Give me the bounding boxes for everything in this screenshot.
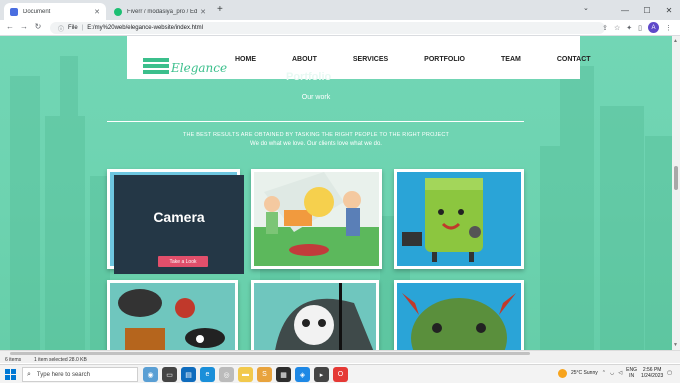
tab-search-icon[interactable]: ⌄ — [583, 4, 589, 12]
page-viewport: Elegance HOME ABOUT SERVICES PORTFOLIO T… — [0, 36, 672, 350]
notification-icon[interactable]: ▢ — [667, 370, 672, 376]
profile-avatar[interactable]: A — [648, 22, 659, 33]
minimize-button[interactable]: — — [614, 0, 636, 20]
browser-toolbar: ← → ↻ ⓘ File | E:/my%20web/elegance-webs… — [0, 20, 680, 36]
section-title: Portfolio — [286, 71, 332, 83]
menu-kebab-icon[interactable]: ⋮ — [665, 24, 672, 32]
address-scheme: File — [68, 25, 78, 31]
portfolio-hover-overlay: Camera Take a Look — [114, 175, 244, 274]
address-separator: | — [81, 25, 84, 31]
tagline-secondary: We do what we love. Our clients love wha… — [250, 141, 382, 147]
portfolio-item[interactable] — [251, 280, 379, 350]
portfolio-item[interactable] — [394, 280, 524, 350]
close-window-button[interactable]: ✕ — [658, 0, 680, 20]
portfolio-item[interactable] — [394, 169, 524, 269]
scroll-up-icon[interactable]: ▲ — [673, 38, 678, 44]
take-a-look-button[interactable]: Take a Look — [158, 256, 208, 267]
edge-icon[interactable]: e — [200, 367, 215, 382]
document-favicon-icon — [10, 7, 18, 16]
tab-strip: Document ✕ Fiverr / modasiya_pro / Edit … — [0, 0, 680, 20]
taskbar-apps: ◉ ▭ ▤ e ◎ ▬ S ▦ ◈ ▸ O — [143, 367, 348, 382]
close-tab-icon[interactable]: ✕ — [94, 8, 100, 16]
sidepanel-icon[interactable]: ▯ — [638, 24, 642, 32]
tab-fiverr[interactable]: Fiverr / modasiya_pro / Edit Gig ✕ — [108, 3, 212, 20]
logo-mark-icon — [143, 58, 169, 74]
menu-portfolio[interactable]: PORTFOLIO — [424, 56, 465, 63]
language-indicator[interactable]: ENG IN — [626, 367, 637, 379]
window-controls: — ☐ ✕ — [614, 0, 680, 20]
info-icon[interactable]: ⓘ — [58, 24, 64, 33]
vertical-scrollbar[interactable]: ▲ ▼ — [672, 36, 680, 350]
volume-icon[interactable]: ◁ — [618, 370, 622, 376]
search-icon: ⌕ — [27, 370, 31, 378]
overlay-title: Camera — [153, 209, 205, 225]
address-bar[interactable]: ⓘ File | E:/my%20web/elegance-website/in… — [50, 22, 605, 34]
forward-button[interactable]: → — [18, 22, 30, 31]
store-icon[interactable]: ▤ — [181, 367, 196, 382]
windows-taskbar: ⌕ Type here to search ◉ ▭ ▤ e ◎ ▬ S ▦ ◈ … — [0, 364, 680, 383]
logo-text: Elegance — [171, 61, 228, 75]
new-tab-button[interactable]: + — [217, 4, 223, 15]
main-menu: HOME ABOUT SERVICES PORTFOLIO TEAM CONTA… — [235, 56, 591, 63]
portfolio-item[interactable] — [107, 280, 238, 350]
explorer-status-bar: 6 items 1 item selected 28.0 KB — [0, 350, 680, 363]
tab-title: Document — [23, 8, 51, 15]
hscroll-thumb[interactable] — [10, 352, 530, 355]
sublime-icon[interactable]: S — [257, 367, 272, 382]
network-icon[interactable]: ◡ — [610, 370, 614, 376]
site-logo[interactable]: Elegance — [143, 58, 227, 74]
pirates-illustration-icon — [110, 283, 235, 350]
bookmark-star-icon[interactable]: ☆ — [614, 24, 620, 32]
windows-start-icon[interactable] — [5, 369, 16, 380]
opera-icon[interactable]: O — [333, 367, 348, 382]
back-button[interactable]: ← — [4, 22, 16, 31]
fiverr-favicon-icon — [114, 7, 122, 16]
vscode-icon[interactable]: ◈ — [295, 367, 310, 382]
menu-home[interactable]: HOME — [235, 56, 256, 63]
file-explorer-icon[interactable]: ▬ — [238, 367, 253, 382]
task-view-icon[interactable]: ▭ — [162, 367, 177, 382]
scrollbar-thumb[interactable] — [674, 166, 678, 190]
workers-illustration-icon — [254, 172, 379, 266]
tab-title: Fiverr / modasiya_pro / Edit Gig — [127, 8, 198, 15]
green-robot-illustration-icon — [397, 172, 521, 266]
menu-services[interactable]: SERVICES — [353, 56, 388, 63]
toolbar-icons: ⇪ ☆ ✦ ▯ A ⋮ — [602, 22, 672, 33]
item-count: 6 items — [5, 357, 22, 363]
weather-text[interactable]: 25°C Sunny — [571, 370, 598, 376]
app-icon[interactable]: ▦ — [276, 367, 291, 382]
address-url: E:/my%20web/elegance-website/index.html — [87, 25, 203, 31]
maximize-button[interactable]: ☐ — [636, 0, 658, 20]
tab-document[interactable]: Document ✕ — [4, 3, 106, 20]
section-divider — [107, 121, 524, 122]
selection-info: 1 item selected 28.0 KB — [34, 357, 87, 363]
site-navbar: Elegance HOME ABOUT SERVICES PORTFOLIO T… — [127, 36, 591, 79]
reload-button[interactable]: ↻ — [32, 22, 44, 31]
system-tray: 25°C Sunny ⌃ ◡ ◁ ENG IN 2:56 PM 1/24/2023 … — [557, 367, 672, 379]
weather-sun-icon[interactable] — [557, 368, 567, 378]
close-tab-icon[interactable]: ✕ — [200, 8, 206, 16]
tray-up-icon[interactable]: ⌃ — [602, 370, 606, 376]
monster-illustration-icon — [397, 283, 521, 350]
widgets-icon[interactable]: ◉ — [143, 367, 158, 382]
chrome-icon[interactable]: ◎ — [219, 367, 234, 382]
share-icon[interactable]: ⇪ — [602, 24, 608, 32]
search-placeholder: Type here to search — [36, 371, 90, 378]
portfolio-item[interactable] — [251, 169, 382, 269]
section-subtitle: Our work — [301, 94, 331, 101]
clock[interactable]: 2:56 PM 1/24/2023 — [641, 367, 663, 379]
menu-contact[interactable]: CONTACT — [557, 56, 591, 63]
skeleton-illustration-icon — [254, 283, 376, 350]
tagline: THE BEST RESULTS ARE OBTAINED BY TASKING… — [182, 132, 450, 138]
horizontal-scrollbar[interactable] — [0, 351, 680, 356]
menu-about[interactable]: ABOUT — [292, 56, 317, 63]
scroll-down-icon[interactable]: ▼ — [673, 342, 678, 348]
menu-team[interactable]: TEAM — [501, 56, 521, 63]
taskbar-search[interactable]: ⌕ Type here to search — [22, 367, 138, 382]
extensions-icon[interactable]: ✦ — [626, 24, 632, 32]
terminal-icon[interactable]: ▸ — [314, 367, 329, 382]
